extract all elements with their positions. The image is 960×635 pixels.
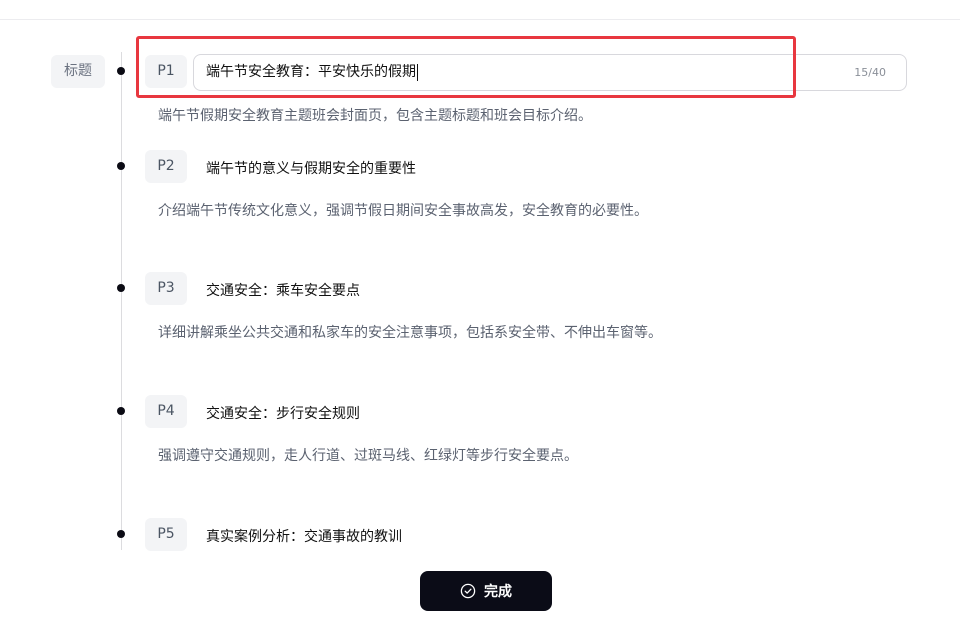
slide-description-p2: 介绍端午节传统文化意义，强调节假日期间安全事故高发，安全教育的必要性。 — [158, 203, 648, 219]
outline-editor: 标题 P1 端午节安全教育：平安快乐的假期 15/40 端午节假期安全教育主题班… — [0, 0, 960, 635]
page-badge-p1: P1 — [145, 55, 187, 88]
slide-title-p5[interactable]: 真实案例分析：交通事故的教训 — [206, 526, 402, 546]
page-badge-p3: P3 — [145, 272, 187, 305]
page-badge-p5: P5 — [145, 518, 187, 551]
slide-description-p3: 详细讲解乘坐公共交通和私家车的安全注意事项，包括系安全带、不伸出车窗等。 — [158, 325, 662, 341]
page-badge-p2: P2 — [145, 150, 187, 183]
timeline-dot — [117, 162, 125, 170]
slide-title-input-value[interactable]: 端午节安全教育：平安快乐的假期 — [206, 55, 418, 90]
timeline-dot — [117, 67, 125, 75]
page-badge-p4: P4 — [145, 395, 187, 428]
top-divider — [0, 19, 960, 20]
section-label: 标题 — [51, 55, 105, 88]
slide-title-p2[interactable]: 端午节的意义与假期安全的重要性 — [206, 158, 416, 178]
slide-title-input-p1[interactable]: 端午节安全教育：平安快乐的假期 15/40 — [193, 54, 907, 91]
slide-description-p4: 强调遵守交通规则，走人行道、过斑马线、红绿灯等步行安全要点。 — [158, 448, 578, 464]
check-circle-icon — [460, 583, 476, 599]
timeline-dot — [117, 530, 125, 538]
timeline-dot — [117, 284, 125, 292]
text-caret — [417, 63, 418, 81]
char-count: 15/40 — [854, 66, 886, 79]
timeline-dot — [117, 407, 125, 415]
slide-description-p1: 端午节假期安全教育主题班会封面页，包含主题标题和班会目标介绍。 — [158, 108, 592, 124]
slide-title-p4[interactable]: 交通安全：步行安全规则 — [206, 403, 360, 423]
slide-title-p3[interactable]: 交通安全：乘车安全要点 — [206, 280, 360, 300]
done-button-label: 完成 — [484, 584, 512, 600]
done-button[interactable]: 完成 — [420, 571, 552, 611]
timeline-line — [121, 52, 122, 550]
